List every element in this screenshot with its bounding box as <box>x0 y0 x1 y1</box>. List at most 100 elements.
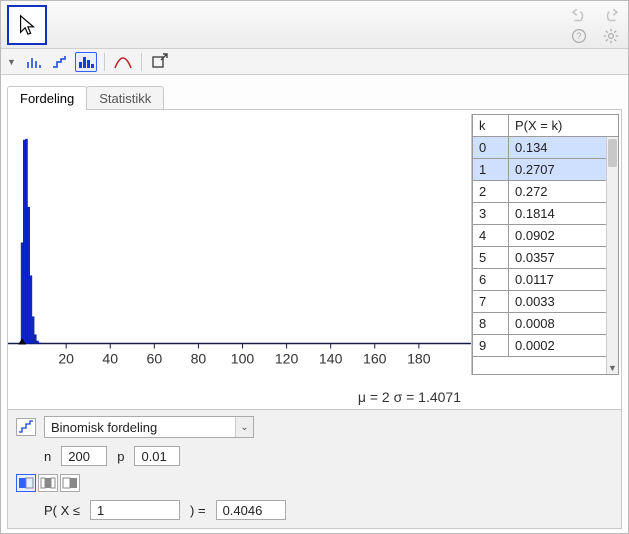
cell-k: 0 <box>473 137 509 158</box>
help-icon: ? <box>570 28 588 44</box>
filled-bar-icon <box>77 54 95 70</box>
svg-text:140: 140 <box>319 351 343 367</box>
prob-prefix-label: P( X ≤ <box>42 503 82 518</box>
table-scrollbar[interactable]: ▲ ▼ <box>606 137 618 374</box>
left-interval-button[interactable] <box>16 474 36 492</box>
prob-result-output: 0.4046 <box>216 500 286 520</box>
scroll-down-icon[interactable]: ▼ <box>607 362 618 374</box>
cell-k: 8 <box>473 313 509 334</box>
distribution-plot: 20 40 60 80 100 120 140 160 180 <box>8 110 471 382</box>
p-input[interactable]: 0.01 <box>134 446 180 466</box>
prob-result-value: 0.4046 <box>223 503 263 518</box>
cell-p: 0.0357 <box>509 247 606 268</box>
filled-bar-view-button[interactable] <box>75 52 97 72</box>
main-pane: 20406080100120140160180 μ = 2 σ = 1.4071… <box>7 109 622 410</box>
redo-button[interactable] <box>600 7 622 25</box>
cell-k: 2 <box>473 181 509 202</box>
export-button[interactable] <box>149 52 171 72</box>
svg-text:80: 80 <box>191 351 207 367</box>
n-input[interactable]: 200 <box>61 446 107 466</box>
parameters-pane: Binomisk fordeling ⌄ n 200 p 0.01 <box>7 410 622 529</box>
cell-p: 0.0002 <box>509 335 606 356</box>
svg-text:180: 180 <box>407 351 431 367</box>
undo-button[interactable] <box>568 7 590 25</box>
table-row[interactable]: 60.0117 <box>473 269 606 291</box>
right-interval-icon <box>62 477 78 489</box>
pointer-icon <box>16 14 38 36</box>
distribution-type-icon[interactable] <box>16 418 36 436</box>
pointer-tool-button[interactable] <box>7 5 47 45</box>
p-label: p <box>115 449 126 464</box>
separator <box>104 53 105 71</box>
svg-text:120: 120 <box>275 351 299 367</box>
table-header-k[interactable]: k <box>473 115 509 136</box>
cell-p: 0.0117 <box>509 269 606 290</box>
svg-text:?: ? <box>577 31 582 41</box>
gear-icon <box>602 28 620 44</box>
cell-p: 0.0902 <box>509 225 606 246</box>
chevron-down-icon: ⌄ <box>235 417 253 437</box>
prob-x-value: 1 <box>97 503 104 518</box>
distribution-select[interactable]: Binomisk fordeling ⌄ <box>44 416 254 438</box>
right-interval-button[interactable] <box>60 474 80 492</box>
table-row[interactable]: 00.134 <box>473 137 606 159</box>
left-interval-icon <box>18 477 34 489</box>
cell-k: 4 <box>473 225 509 246</box>
table-row[interactable]: 30.1814 <box>473 203 606 225</box>
cell-p: 0.0008 <box>509 313 606 334</box>
bar-chart-view-button[interactable] <box>23 52 45 72</box>
p-value: 0.01 <box>141 449 166 464</box>
n-value: 200 <box>68 449 90 464</box>
prob-x-input[interactable]: 1 <box>90 500 180 520</box>
step-view-button[interactable] <box>49 52 71 72</box>
mu-sigma-label: μ = 2 σ = 1.4071 <box>358 389 461 405</box>
redo-icon <box>602 8 620 24</box>
cell-k: 7 <box>473 291 509 312</box>
step-icon <box>51 54 69 70</box>
table-row[interactable]: 50.0357 <box>473 247 606 269</box>
separator <box>141 53 142 71</box>
plot-area[interactable]: 20 40 60 80 100 120 140 160 180 μ = 2 σ = 1.4071 <box>8 110 471 409</box>
undo-icon <box>570 8 588 24</box>
cell-k: 5 <box>473 247 509 268</box>
table-row[interactable]: 10.2707 <box>473 159 606 181</box>
normal-overlay-button[interactable] <box>112 52 134 72</box>
normal-curve-icon <box>114 54 132 70</box>
tab-statistics[interactable]: Statistikk <box>86 86 164 110</box>
cell-p: 0.134 <box>509 137 606 158</box>
cell-k: 9 <box>473 335 509 356</box>
table-header-p[interactable]: P(X = k) <box>509 115 618 136</box>
export-icon <box>151 54 169 70</box>
tabs: Fordeling Statistikk <box>1 75 628 109</box>
cell-k: 1 <box>473 159 509 180</box>
table-row[interactable]: 80.0008 <box>473 313 606 335</box>
cell-p: 0.0033 <box>509 291 606 312</box>
cell-p: 0.1814 <box>509 203 606 224</box>
table-row[interactable]: 90.0002 <box>473 335 606 357</box>
prob-mid-label: ) = <box>188 503 208 518</box>
table-row[interactable]: 70.0033 <box>473 291 606 313</box>
cell-k: 3 <box>473 203 509 224</box>
tab-distribution[interactable]: Fordeling <box>7 86 87 110</box>
scroll-thumb[interactable] <box>608 139 617 167</box>
svg-text:100: 100 <box>231 351 255 367</box>
cdf-icon <box>18 420 34 434</box>
distribution-select-value: Binomisk fordeling <box>45 420 235 435</box>
bar-chart-icon <box>25 54 43 70</box>
toolbar-menu-chevron[interactable]: ▼ <box>7 57 17 67</box>
svg-text:160: 160 <box>363 351 387 367</box>
two-sided-interval-button[interactable] <box>38 474 58 492</box>
table-row[interactable]: 20.272 <box>473 181 606 203</box>
table-row[interactable]: 40.0902 <box>473 225 606 247</box>
svg-text:20: 20 <box>58 351 74 367</box>
n-label: n <box>42 449 53 464</box>
cell-p: 0.2707 <box>509 159 606 180</box>
two-sided-interval-icon <box>40 477 56 489</box>
settings-button[interactable] <box>600 27 622 45</box>
cell-p: 0.272 <box>509 181 606 202</box>
help-button[interactable]: ? <box>568 27 590 45</box>
probability-table: k P(X = k) 00.13410.270720.27230.181440.… <box>471 114 619 375</box>
svg-text:60: 60 <box>147 351 163 367</box>
svg-text:40: 40 <box>102 351 118 367</box>
cell-k: 6 <box>473 269 509 290</box>
